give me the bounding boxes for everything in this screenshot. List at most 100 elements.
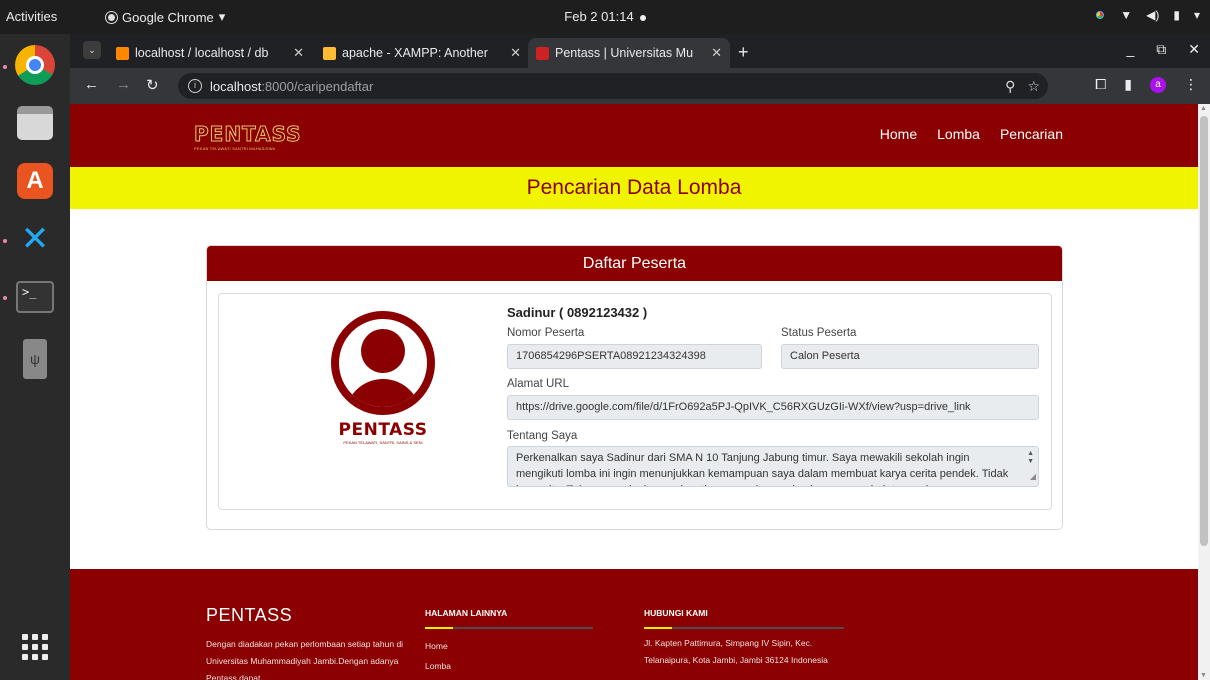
nav-lomba[interactable]: Lomba [937,126,980,142]
status-label: Status Peserta [781,327,857,339]
tab-xampp[interactable]: apache - XAMPP: Another ✕ [315,38,529,68]
about-text: Perkenalkan saya Sadinur dari SMA N 10 T… [516,452,1009,486]
scroll-up-icon[interactable]: ▲ [1200,105,1207,112]
new-tab-button[interactable]: + [738,42,749,63]
extensions-icon[interactable]: ⧠ [1095,76,1106,93]
footer-description: Dengan diadakan pekan perlombaan setiap … [206,639,404,680]
tab-pentass[interactable]: Pentass | Universitas Mu ✕ [528,38,730,68]
address-path: :8000/caripendaftar [261,78,374,94]
tab-phpmyadmin[interactable]: localhost / localhost / db ✕ [108,38,312,68]
nomor-label: Nomor Peserta [507,327,585,339]
address-host: localhost [210,78,262,94]
zoom-icon[interactable]: ⚲ [1005,78,1015,95]
nav-home[interactable]: Home [880,126,917,142]
participant-card: Daftar Peserta PENTASS PEKAN TELAWATI, S… [206,245,1063,530]
window-controls: _ ⧉ ✕ [1126,41,1200,58]
profile-logo: PENTASS PEKAN TELAWATI, SANTRI, SAINS & … [327,420,439,445]
phpmyadmin-icon [116,46,129,60]
footer-divider [425,627,593,629]
profile-logo-tagline: PEKAN TELAWATI, SANTRI, SAINS & SENI [343,440,423,445]
clock-label: Feb 2 01:14 [564,9,634,24]
site-logo[interactable]: PENTASS PEKAN TELAWATI SANTRI MAHASISWA [194,122,314,152]
footer-links-column: HALAMAN LAINNYA Home Lomba [425,608,593,671]
scroll-down-icon[interactable]: ▼ [1200,672,1207,679]
tab-search-button[interactable]: ⌄ [83,41,101,59]
tab-strip: ⌄ localhost / localhost / db ✕ apache - … [70,34,1210,68]
maximize-icon[interactable]: ⧉ [1156,41,1166,58]
dock-files[interactable] [12,100,58,146]
close-icon[interactable]: ✕ [293,45,304,61]
tab-title: apache - XAMPP: Another [342,46,488,60]
footer-links-heading: HALAMAN LAINNYA [425,608,508,618]
about-textarea[interactable]: Perkenalkan saya Sadinur dari SMA N 10 T… [507,446,1039,487]
active-indicator-icon [3,65,7,69]
system-tray[interactable]: ▼ ◀) ▮ ▾ [1094,8,1200,22]
active-indicator-icon [3,296,7,300]
about-label: Tentang Saya [507,430,578,442]
forward-icon[interactable]: → [116,76,131,93]
stackoverflow-icon [323,46,336,60]
active-indicator-icon [3,239,7,243]
tab-title: Pentass | Universitas Mu [555,46,694,60]
usb-drive-icon: ψ [23,339,47,379]
url-field[interactable]: https://drive.google.com/file/d/1FrO692a… [507,395,1039,420]
profile-avatar-icon[interactable]: a [1150,76,1166,93]
dock-app-grid[interactable] [12,624,58,670]
spinner-arrows-icon[interactable]: ▲ ▼ [1027,450,1034,466]
dock-software[interactable]: A [12,158,58,204]
battery-icon: ▮ [1173,8,1180,22]
logo-text: PENTASS [194,122,302,147]
files-icon [17,106,53,140]
close-window-icon[interactable]: ✕ [1188,41,1200,58]
tab-title: localhost / localhost / db [135,46,269,60]
participant-name: Sadinur ( 0892123432 ) [507,305,648,320]
volume-icon: ◀) [1146,8,1160,22]
status-field[interactable]: Calon Peserta [781,344,1039,369]
browser-toolbar: ← → ↻ i localhost:8000/caripendaftar ⚲ ☆… [70,68,1210,104]
terminal-icon: >_ [16,281,54,313]
footer-link-lomba[interactable]: Lomba [425,661,593,671]
site-info-icon[interactable]: i [188,79,202,93]
chevron-down-icon: ▾ [1193,8,1200,22]
minimize-icon[interactable]: _ [1126,41,1134,58]
side-panel-icon[interactable]: ▮ [1124,76,1132,93]
resize-grip-icon[interactable]: ◢ [1030,469,1036,485]
dock-usb[interactable]: ψ [12,336,58,382]
app-grid-icon [22,634,48,660]
scrollbar-thumb[interactable] [1200,116,1208,546]
app-store-icon: A [17,163,53,199]
close-icon[interactable]: ✕ [711,45,722,61]
dock-chrome[interactable] [12,42,58,88]
menu-dots-icon[interactable]: ⋮ [1184,76,1198,93]
clock[interactable]: Feb 2 01:14 [0,9,1210,24]
toolbar-actions: ⧠ ▮ a ⋮ [1095,76,1198,93]
address-bar[interactable]: i localhost:8000/caripendaftar ⚲ ☆ [178,73,1048,99]
page-scrollbar[interactable]: ▲ ▼ [1198,104,1210,680]
site-navbar: PENTASS PEKAN TELAWATI SANTRI MAHASISWA … [70,104,1198,167]
page-title-banner: Pencarian Data Lomba [70,167,1198,209]
browser-window: ⌄ localhost / localhost / db ✕ apache - … [70,34,1210,680]
reload-icon[interactable]: ↻ [146,76,159,94]
footer-contact-heading: HUBUNGI KAMI [644,608,708,618]
nomor-field[interactable]: 1706854296PSERTA08921234324398 [507,344,762,369]
dock: A ✕ >_ ψ [0,34,70,680]
dock-terminal[interactable]: >_ [12,274,58,320]
back-icon[interactable]: ← [84,76,99,93]
bookmark-star-icon[interactable]: ☆ [1027,78,1040,95]
close-icon[interactable]: ✕ [510,45,521,61]
footer-address: Jl. Kapten Pattimura, Simpang IV Sipin, … [644,638,828,665]
page-viewport: PENTASS PEKAN TELAWATI SANTRI MAHASISWA … [70,104,1198,680]
chrome-icon [15,45,55,85]
url-label: Alamat URL [507,378,569,390]
site-menu: Home Lomba Pencarian [880,126,1063,142]
profile-logo-text: PENTASS [338,420,428,440]
chrome-indicator-icon[interactable] [1094,9,1107,21]
wifi-icon: ▼ [1120,8,1133,22]
participant-detail: PENTASS PEKAN TELAWATI, SANTRI, SAINS & … [218,293,1052,510]
dock-vscode[interactable]: ✕ [12,216,58,262]
system-top-bar: Activities Google Chrome ▾ Feb 2 01:14 ▼… [0,0,1210,34]
footer-link-home[interactable]: Home [425,641,593,651]
notification-dot-icon [639,14,646,21]
logo-tagline: PEKAN TELAWATI SANTRI MAHASISWA [194,146,276,151]
nav-pencarian[interactable]: Pencarian [1000,126,1063,142]
